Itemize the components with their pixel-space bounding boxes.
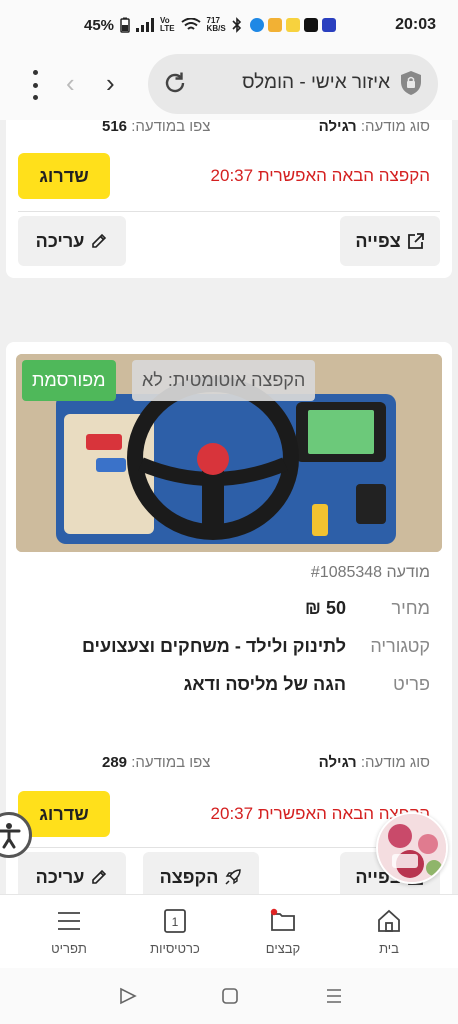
bluetooth-icon [232, 17, 241, 33]
home-icon [378, 909, 400, 932]
edit-label: עריכה [35, 230, 85, 251]
category-label: קטגוריה [370, 636, 430, 656]
upgrade-button[interactable]: שדרוג [18, 791, 110, 837]
category-value: לתינוק ולילד - משחקים וצעצועים [81, 636, 346, 656]
item-value: הגה של מליסה ודאג [183, 674, 346, 694]
views: צפו במודעה: 289 [102, 754, 210, 771]
nav-folders-label: קבצים [265, 941, 301, 956]
ad-type-label: סוג מודעה: [360, 120, 430, 135]
clock: 20:03 [395, 16, 436, 33]
listing-card: סוג מודעה: רגילה צפו במודעה: 516 שדרוג ה… [6, 120, 452, 278]
pencil-icon [92, 233, 107, 248]
item-label: פריט [392, 674, 430, 694]
ad-type: סוג מודעה: רגילה [319, 120, 430, 135]
meta-row: סוג מודעה: רגילה צפו במודעה: 516 [6, 120, 452, 142]
bump-label: הקפצה [159, 866, 219, 887]
network-speed: 717 KB/S [207, 17, 226, 33]
view-button[interactable]: צפייה [340, 216, 440, 266]
ad-number: מודעה #1085348 [310, 564, 430, 581]
gallery-app-icon [267, 18, 282, 32]
edit-button[interactable]: עריכה [18, 216, 126, 266]
nav-cards[interactable]: 1 כרטיסיות [130, 895, 220, 969]
browser-toolbar: ‹ › איזור אישי - הומלס [0, 50, 458, 120]
mail-app-icon [285, 18, 300, 32]
system-navigation [0, 968, 458, 1024]
nav-cards-label: כרטיסיות [150, 941, 200, 956]
app-notification-icon [321, 18, 336, 32]
price-row: מחיר 50 ₪ [6, 598, 452, 628]
divider [18, 211, 440, 212]
tabs-count-icon: 1 [164, 909, 186, 933]
page-title: איזור אישי - הומלס [242, 72, 390, 93]
notification-icons [249, 18, 336, 32]
rocket-icon [225, 869, 242, 885]
back-icon[interactable]: ‹ [66, 68, 75, 99]
ad-type-value: רגילה [318, 120, 357, 135]
edit-button[interactable]: עריכה [18, 852, 126, 894]
wifi-icon [180, 18, 201, 30]
external-link-icon [407, 233, 424, 249]
view-label: צפייה [355, 230, 401, 251]
views-value: 516 [102, 120, 128, 135]
views-value: 289 [102, 754, 128, 771]
folder-icon [270, 908, 295, 931]
battery-percent: 45% [84, 16, 115, 34]
system-recents-icon[interactable] [324, 986, 344, 1006]
listing-photo[interactable]: מפורסמת הקפצה אוטומטית: לא [16, 354, 442, 552]
floating-avatar[interactable] [376, 812, 448, 884]
status-badge: מפורסמת [22, 360, 116, 401]
nav-home-label: בית [379, 941, 399, 956]
edit-label: עריכה [35, 866, 85, 887]
ad-type: סוג מודעה: רגילה [319, 754, 430, 771]
system-back-icon[interactable] [118, 986, 138, 1006]
views-label: צפו במודעה: [131, 754, 211, 771]
listings-content[interactable]: סוג מודעה: רגילה צפו במודעה: 516 שדרוג ה… [0, 120, 458, 894]
auto-bump-badge: הקפצה אוטומטית: לא [132, 360, 316, 401]
bump-button[interactable]: הקפצה [143, 852, 259, 894]
price-label: מחיר [391, 598, 430, 618]
shield-icon[interactable] [400, 70, 422, 96]
browser-menu-icon[interactable] [28, 70, 42, 100]
price-value: 50 ₪ [305, 598, 346, 618]
tabs-count: 1 [172, 915, 179, 929]
nav-home[interactable]: בית [344, 895, 434, 969]
status-bar: 45% Vo LTE 717 KB/S 20:03 [0, 0, 458, 50]
pencil-icon [92, 869, 107, 884]
bottom-navigation: בית קבצים 1 כרטיסיות תפריט [0, 894, 458, 968]
item-row: פריט הגה של מליסה ודאג [6, 674, 452, 704]
ad-type-value: רגילה [318, 754, 357, 771]
signal-icon [136, 18, 155, 32]
nav-menu-label: תפריט [51, 941, 87, 956]
ad-type-label: סוג מודעה: [360, 754, 430, 771]
address-bar[interactable]: איזור אישי - הומלס [148, 54, 438, 114]
menu-icon [58, 912, 80, 930]
network-speed-unit: KB/S [206, 24, 226, 33]
volte-icon: Vo LTE [160, 16, 175, 33]
views: צפו במודעה: 516 [102, 120, 210, 135]
accessibility-icon [0, 823, 21, 849]
system-home-icon[interactable] [220, 986, 240, 1006]
category-row: קטגוריה לתינוק ולילד - משחקים וצעצועים [6, 636, 452, 666]
reload-icon[interactable] [162, 70, 188, 96]
listing-card: מפורסמת הקפצה אוטומטית: לא מודעה #108534… [6, 342, 452, 894]
tiktok-icon [303, 18, 318, 32]
views-label: צפו במודעה: [131, 120, 211, 135]
nav-folders[interactable]: קבצים [238, 895, 328, 969]
messenger-icon [249, 18, 264, 32]
next-bump-time: הקפצה הבאה האפשרית 20:37 [210, 166, 430, 185]
status-icons: 45% Vo LTE 717 KB/S [84, 17, 242, 34]
battery-icon [120, 17, 130, 33]
forward-icon[interactable]: › [106, 68, 115, 99]
upgrade-button[interactable]: שדרוג [18, 153, 110, 199]
nav-menu[interactable]: תפריט [24, 895, 114, 969]
meta-row: סוג מודעה: רגילה צפו במודעה: 289 [6, 754, 452, 778]
